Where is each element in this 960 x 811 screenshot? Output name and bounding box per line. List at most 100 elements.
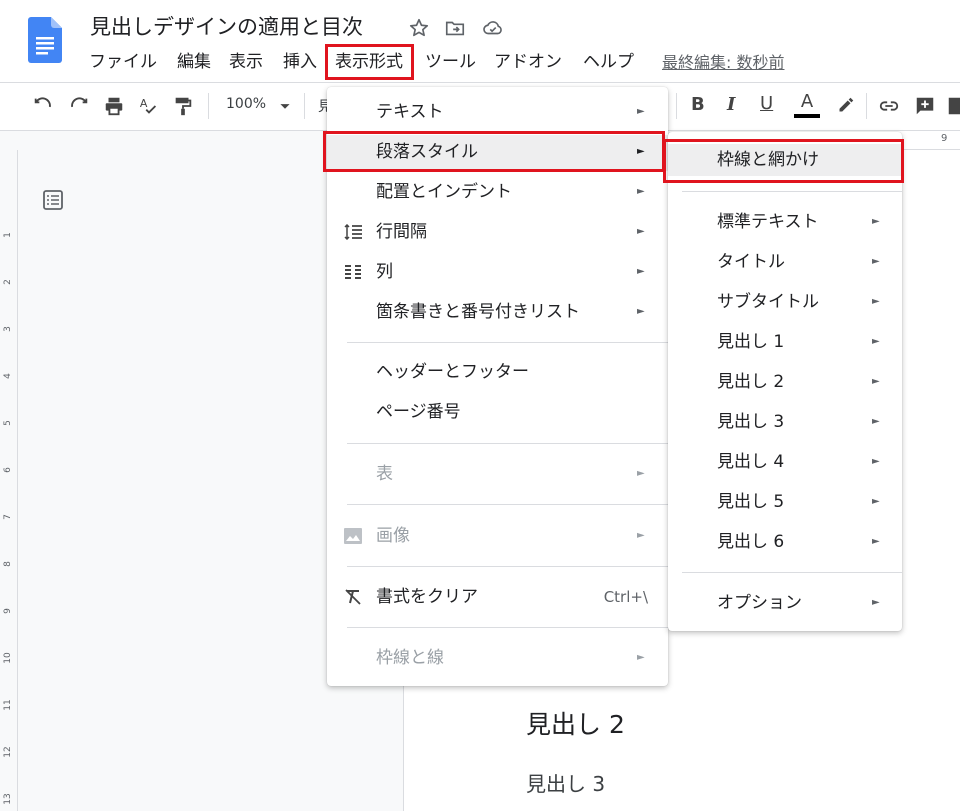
submenu-arrow-icon: ► — [637, 652, 645, 663]
menu-divider — [347, 443, 668, 444]
menu-tools[interactable]: ツール — [425, 48, 476, 76]
heading-2-text[interactable]: 見出し 2 — [526, 705, 625, 741]
text-color-button[interactable]: A — [794, 91, 820, 118]
format-menu-table[interactable]: 表 ► — [327, 457, 668, 491]
ruler-number: 6 — [3, 467, 13, 473]
add-comment-icon[interactable] — [914, 95, 936, 117]
menu-divider — [682, 191, 902, 192]
menu-addons[interactable]: アドオン — [494, 48, 562, 76]
toolbar-divider — [208, 93, 209, 119]
format-menu-text[interactable]: テキスト ► — [327, 95, 668, 129]
undo-icon[interactable] — [32, 95, 54, 117]
underline-button[interactable]: U — [760, 93, 773, 114]
bold-button[interactable]: B — [691, 94, 705, 115]
menu-item-label: 画像 — [376, 526, 410, 546]
ruler-number: 7 — [3, 514, 13, 520]
submenu-arrow-icon: ► — [872, 456, 880, 467]
paint-format-icon[interactable] — [172, 95, 194, 117]
submenu-arrow-icon: ► — [637, 306, 645, 317]
menu-item-label: オプション — [717, 593, 802, 613]
insert-image-icon[interactable] — [946, 95, 960, 117]
menu-item-label: ページ番号 — [376, 402, 461, 422]
menu-item-label: 見出し 6 — [717, 532, 785, 552]
redo-icon[interactable] — [68, 95, 90, 117]
highlight-color-icon[interactable] — [834, 95, 856, 117]
submenu-arrow-icon: ► — [637, 186, 645, 197]
cloud-saved-icon[interactable] — [482, 17, 504, 39]
menu-edit[interactable]: 編集 — [177, 48, 211, 76]
image-icon — [344, 528, 362, 544]
submenu-arrow-icon: ► — [872, 256, 880, 267]
toolbar-divider — [676, 93, 677, 119]
star-icon[interactable] — [408, 17, 430, 39]
print-icon[interactable] — [103, 95, 125, 117]
submenu-heading-3[interactable]: 見出し 3 ► — [668, 405, 902, 439]
borders-shading-highlight — [663, 139, 904, 183]
ruler-number: 13 — [3, 793, 13, 805]
format-menu-borders-lines[interactable]: 枠線と線 ► — [327, 641, 668, 675]
submenu-options[interactable]: オプション ► — [668, 586, 902, 620]
document-title[interactable]: 見出しデザインの適用と目次 — [90, 11, 363, 41]
submenu-title[interactable]: タイトル ► — [668, 245, 902, 279]
menu-insert[interactable]: 挿入 — [283, 48, 317, 76]
format-menu-page-numbers[interactable]: ページ番号 — [327, 395, 668, 429]
ruler-number: 3 — [3, 326, 13, 332]
menu-item-label: タイトル — [717, 252, 785, 272]
vertical-ruler: 1 2 3 4 5 6 7 8 9 10 11 12 13 — [0, 150, 18, 811]
ruler-number: 8 — [3, 561, 13, 567]
heading-3-text[interactable]: 見出し 3 — [526, 768, 605, 797]
ruler-number: 1 — [3, 232, 13, 238]
submenu-heading-6[interactable]: 見出し 6 ► — [668, 525, 902, 559]
submenu-heading-5[interactable]: 見出し 5 ► — [668, 485, 902, 519]
submenu-arrow-icon: ► — [872, 216, 880, 227]
menu-item-label: 配置とインデント — [376, 182, 512, 202]
ruler-number: 11 — [3, 699, 13, 711]
submenu-heading-4[interactable]: 見出し 4 ► — [668, 445, 902, 479]
submenu-normal-text[interactable]: 標準テキスト ► — [668, 205, 902, 239]
spellcheck-icon[interactable]: A — [138, 95, 160, 117]
menu-item-label: 見出し 2 — [717, 372, 785, 392]
submenu-arrow-icon: ► — [872, 496, 880, 507]
svg-text:A: A — [140, 97, 148, 110]
menu-item-label: テキスト — [376, 102, 444, 122]
format-menu-line-spacing[interactable]: 行間隔 ► — [327, 215, 668, 249]
menu-view[interactable]: 表示 — [229, 48, 263, 76]
format-dropdown-menu: テキスト ► 段落スタイル ► 配置とインデント ► 行間隔 ► 列 ► 箇条書… — [327, 87, 668, 686]
menu-item-label: 書式をクリア — [376, 587, 478, 607]
menu-item-label: 見出し 4 — [717, 452, 785, 472]
menu-item-label: 列 — [376, 262, 393, 282]
document-outline-icon[interactable] — [41, 188, 65, 212]
menu-item-label: 枠線と線 — [376, 648, 444, 668]
last-edit-link[interactable]: 最終編集: 数秒前 — [662, 49, 784, 73]
chevron-down-icon[interactable] — [274, 95, 296, 117]
submenu-arrow-icon: ► — [637, 468, 645, 479]
link-icon[interactable] — [878, 95, 900, 117]
submenu-arrow-icon: ► — [637, 530, 645, 541]
format-menu-image[interactable]: 画像 ► — [327, 519, 668, 553]
format-menu-header-footer[interactable]: ヘッダーとフッター — [327, 355, 668, 389]
submenu-heading-2[interactable]: 見出し 2 ► — [668, 365, 902, 399]
format-menu-highlight — [325, 44, 414, 80]
docs-logo-icon[interactable] — [28, 17, 62, 63]
submenu-subtitle[interactable]: サブタイトル ► — [668, 285, 902, 319]
italic-button[interactable]: I — [727, 94, 735, 115]
paragraph-styles-submenu: 枠線と網かけ 標準テキスト ► タイトル ► サブタイトル ► 見出し 1 ► … — [668, 132, 902, 631]
move-folder-icon[interactable] — [444, 17, 466, 39]
line-spacing-icon — [344, 224, 362, 240]
menu-file[interactable]: ファイル — [89, 48, 157, 76]
format-menu-clear-formatting[interactable]: 書式をクリア Ctrl+\ — [327, 580, 668, 614]
toolbar-divider — [304, 93, 305, 119]
submenu-heading-1[interactable]: 見出し 1 ► — [668, 325, 902, 359]
format-menu-align-indent[interactable]: 配置とインデント ► — [327, 175, 668, 209]
menu-item-label: サブタイトル — [717, 292, 819, 312]
menu-item-label: 見出し 1 — [717, 332, 785, 352]
menu-help[interactable]: ヘルプ — [583, 48, 634, 76]
zoom-select[interactable]: 100% — [226, 96, 266, 112]
menu-item-label: 標準テキスト — [717, 212, 819, 232]
format-menu-lists[interactable]: 箇条書きと番号付きリスト ► — [327, 295, 668, 329]
submenu-arrow-icon: ► — [872, 597, 880, 608]
menu-item-label: ヘッダーとフッター — [376, 362, 529, 382]
clear-format-icon — [345, 589, 361, 605]
columns-icon — [345, 265, 361, 279]
format-menu-columns[interactable]: 列 ► — [327, 255, 668, 289]
